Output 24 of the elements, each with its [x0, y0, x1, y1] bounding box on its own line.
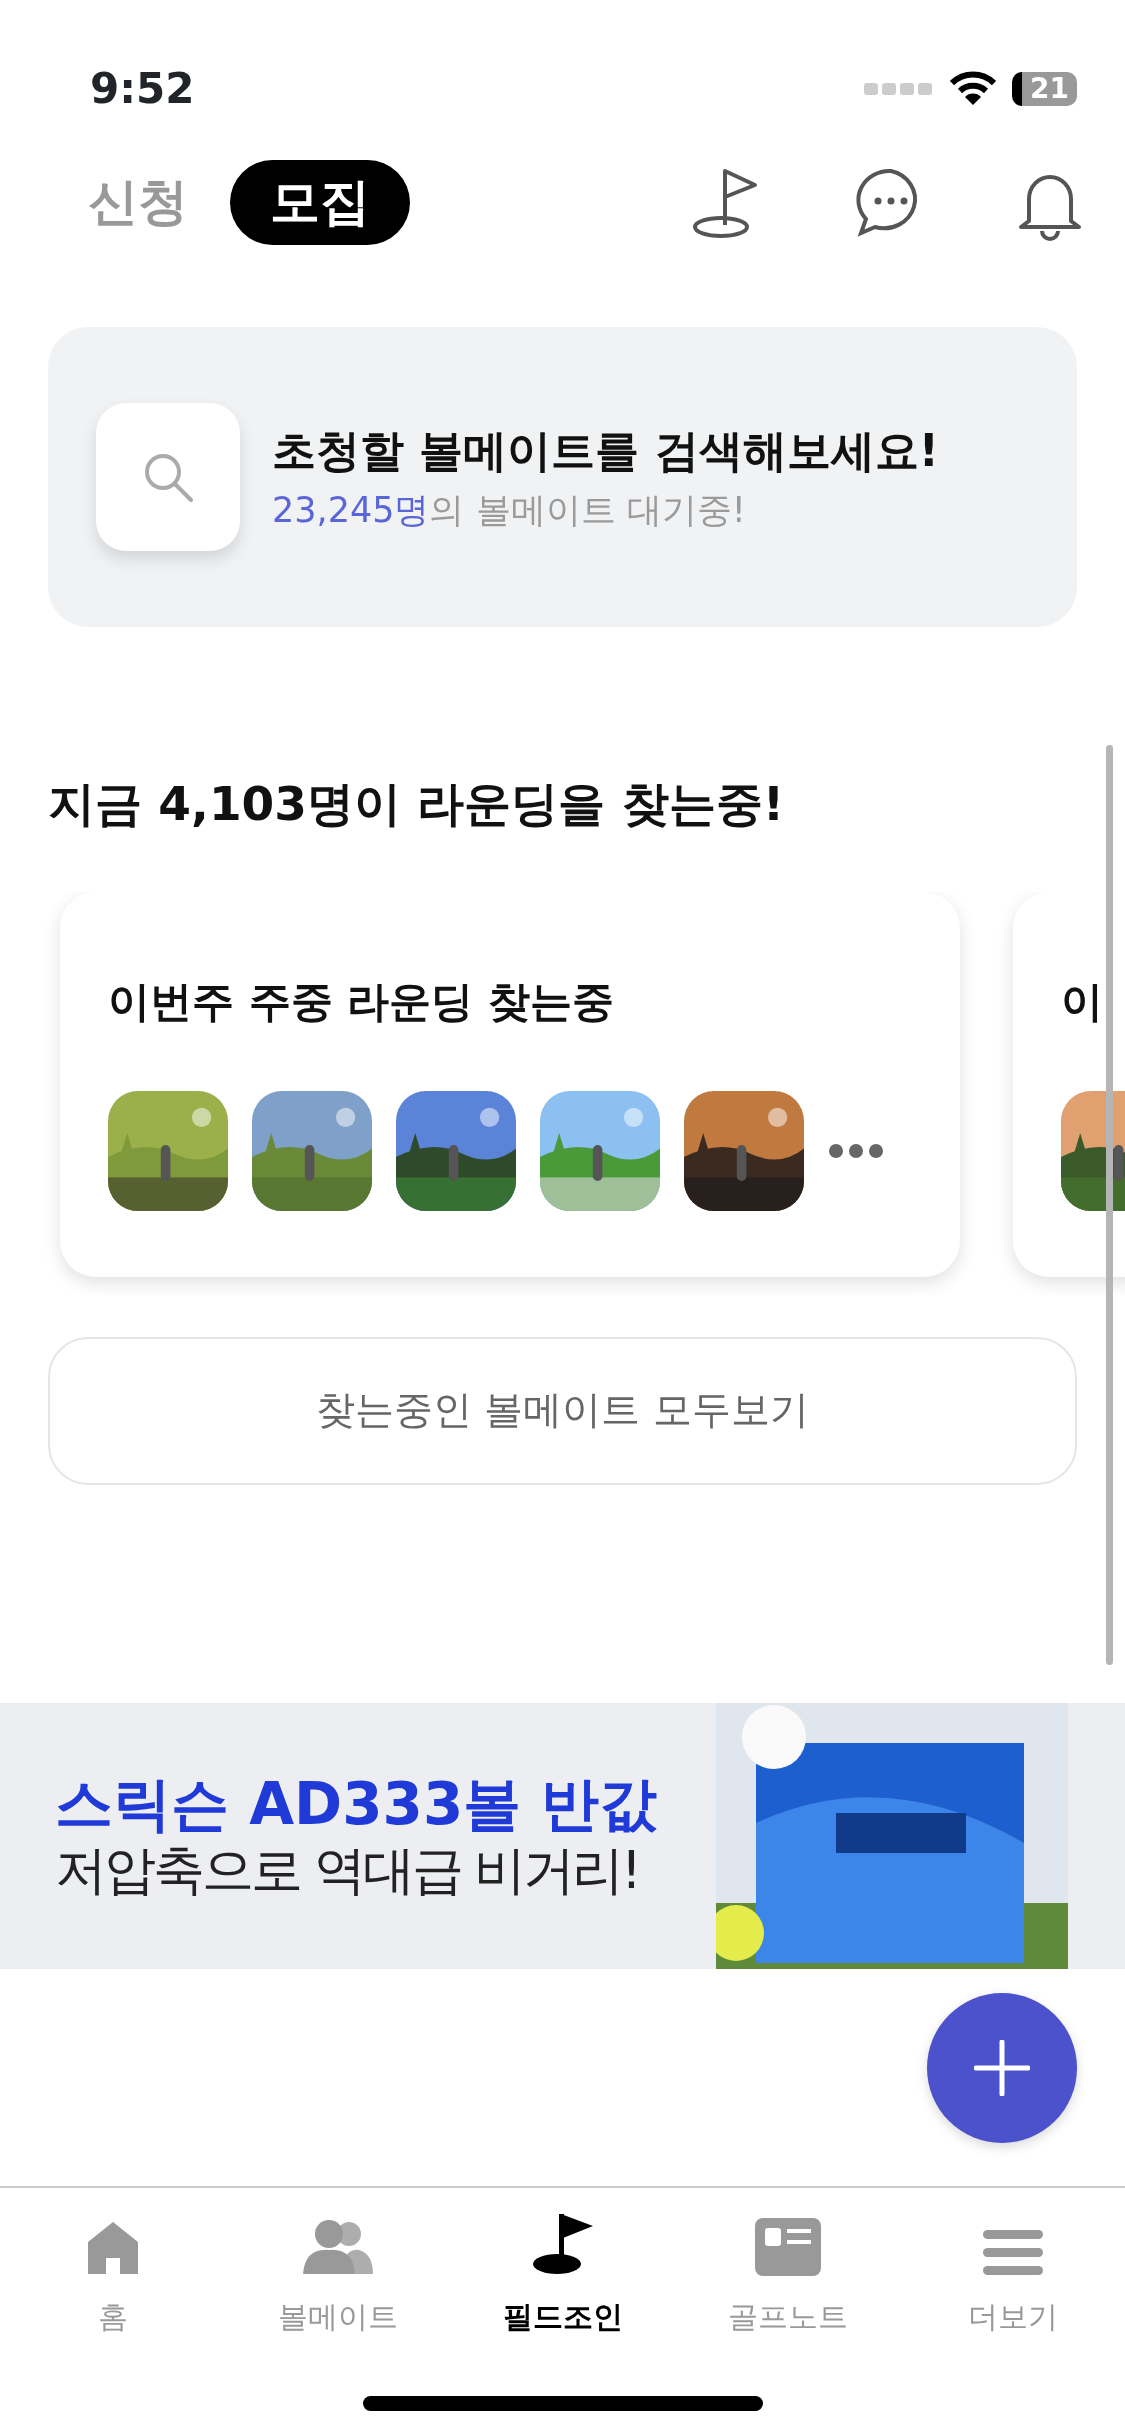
- ad-subline: 저압축으로 역대급 비거리!: [55, 1839, 640, 1902]
- more-icon[interactable]: [828, 1142, 884, 1159]
- waiting-count: 23,245명의 볼메이트 대기중!: [272, 488, 747, 532]
- round-card[interactable]: 이번주 주중 라운딩 찾는중: [60, 891, 960, 1277]
- card-title: 이: [1061, 975, 1104, 1028]
- search-banner[interactable]: 초청할 볼메이트를 검색해보세요! 23,245명의 볼메이트 대기중!: [48, 327, 1077, 627]
- battery-level: 21: [1012, 71, 1077, 107]
- round-card[interactable]: 이: [1013, 891, 1125, 1277]
- wifi-icon: [950, 71, 997, 107]
- flag-icon[interactable]: [530, 2212, 595, 2276]
- plus-icon: [974, 2040, 1030, 2096]
- scrollbar[interactable]: [1106, 745, 1113, 1665]
- tab[interactable]: 모집: [230, 159, 410, 246]
- news-icon[interactable]: [754, 2218, 821, 2276]
- ad-banner[interactable]: 스릭슨 AD333볼 반값 저압축으로 역대급 비거리!: [0, 1702, 1125, 1969]
- card-title: 이번주 주중 라운딩 찾는중: [108, 975, 615, 1028]
- menu-icon[interactable]: [982, 2230, 1043, 2276]
- search-title: 초청할 볼메이트를 검색해보세요!: [272, 423, 939, 478]
- view-all-button[interactable]: 찾는중인 볼메이트 모두보기: [48, 1336, 1077, 1485]
- ad-headline: 스릭슨 AD333볼 반값: [55, 1769, 658, 1840]
- nav-tab[interactable]: 필드조인: [450, 2188, 675, 2339]
- status-time: 9:52: [90, 68, 195, 110]
- section-heading: 지금 4,103명이 라운딩을 찾는중!: [48, 775, 786, 833]
- people-icon[interactable]: [300, 2218, 375, 2276]
